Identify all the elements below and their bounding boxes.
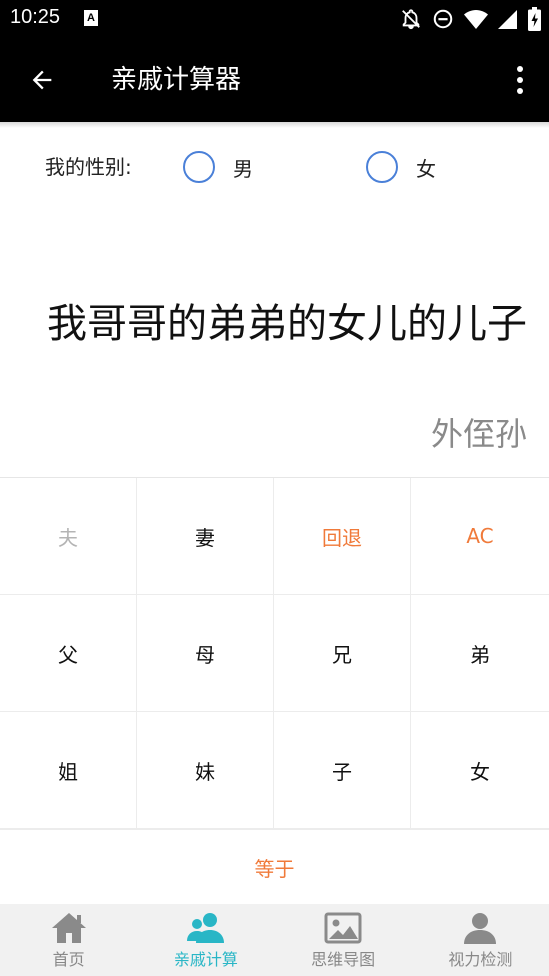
radio-circle[interactable] bbox=[183, 151, 215, 183]
status-time: 10:25 bbox=[10, 6, 61, 28]
notifications-off-icon bbox=[402, 9, 420, 30]
nav-item-mind-map[interactable]: 思维导图 bbox=[275, 904, 412, 976]
more-options-button[interactable] bbox=[505, 60, 535, 100]
key-mother[interactable]: 母 bbox=[137, 595, 274, 712]
wifi-icon bbox=[464, 10, 488, 29]
person-icon bbox=[460, 910, 500, 946]
more-vert-icon-dot bbox=[517, 66, 523, 72]
do-not-disturb-icon bbox=[433, 9, 453, 29]
radio-label-female: 女 bbox=[416, 156, 436, 181]
more-vert-icon-dot bbox=[517, 77, 523, 83]
status-bar: 10:25 A bbox=[0, 0, 549, 38]
bottom-navigation: 首页 亲戚计算 思维导图 视力检测 bbox=[0, 904, 549, 976]
key-younger-sister[interactable]: 妹 bbox=[137, 712, 274, 829]
toolbar: 亲戚计算器 bbox=[0, 38, 549, 122]
nav-label-home: 首页 bbox=[52, 950, 85, 969]
nav-item-home[interactable]: 首页 bbox=[0, 904, 137, 976]
key-daughter[interactable]: 女 bbox=[411, 712, 549, 829]
arrow-left-icon bbox=[32, 70, 52, 90]
relation-expression: 我哥哥的弟弟的女儿的儿子 bbox=[47, 301, 527, 347]
more-vert-icon-dot bbox=[517, 88, 523, 94]
equals-button[interactable]: 等于 bbox=[0, 829, 549, 905]
gender-radio-female[interactable]: 女 bbox=[366, 150, 436, 184]
key-elder-brother[interactable]: 兄 bbox=[274, 595, 411, 712]
key-wife[interactable]: 妻 bbox=[137, 478, 274, 595]
page-title: 亲戚计算器 bbox=[111, 65, 242, 95]
people-icon bbox=[186, 910, 226, 946]
back-button[interactable] bbox=[20, 58, 64, 102]
status-icons bbox=[400, 7, 541, 31]
signal-icon bbox=[498, 10, 517, 29]
battery-charging-icon bbox=[528, 7, 541, 31]
nav-item-vision-test[interactable]: 视力检测 bbox=[412, 904, 549, 976]
app-notification-icon: A bbox=[84, 10, 98, 26]
radio-label-male: 男 bbox=[233, 156, 253, 181]
key-husband[interactable]: 夫 bbox=[0, 478, 137, 595]
gender-radio-male[interactable]: 男 bbox=[183, 150, 253, 184]
key-backspace[interactable]: 回退 bbox=[274, 478, 411, 595]
gender-label: 我的性别: bbox=[45, 155, 132, 179]
key-younger-brother[interactable]: 弟 bbox=[411, 595, 549, 712]
relation-result: 外侄孙 bbox=[430, 415, 527, 453]
image-icon bbox=[323, 910, 363, 946]
home-icon bbox=[49, 910, 89, 946]
radio-circle[interactable] bbox=[366, 151, 398, 183]
key-son[interactable]: 子 bbox=[274, 712, 411, 829]
toolbar-shadow bbox=[0, 122, 549, 128]
nav-label-relative-calculator: 亲戚计算 bbox=[173, 950, 238, 969]
nav-label-mind-map: 思维导图 bbox=[311, 950, 376, 969]
nav-item-relative-calculator[interactable]: 亲戚计算 bbox=[137, 904, 274, 976]
keypad: 夫 妻 回退 AC 父 母 兄 弟 姐 妹 子 女 等于 bbox=[0, 477, 549, 905]
key-father[interactable]: 父 bbox=[0, 595, 137, 712]
key-elder-sister[interactable]: 姐 bbox=[0, 712, 137, 829]
nav-label-vision-test: 视力检测 bbox=[448, 950, 513, 969]
key-clear-all[interactable]: AC bbox=[411, 478, 549, 595]
app-screen: 10:25 A 亲戚计算器 我的性别: 男 女 我哥哥的弟弟的女儿的儿子 外侄孙… bbox=[0, 0, 549, 976]
